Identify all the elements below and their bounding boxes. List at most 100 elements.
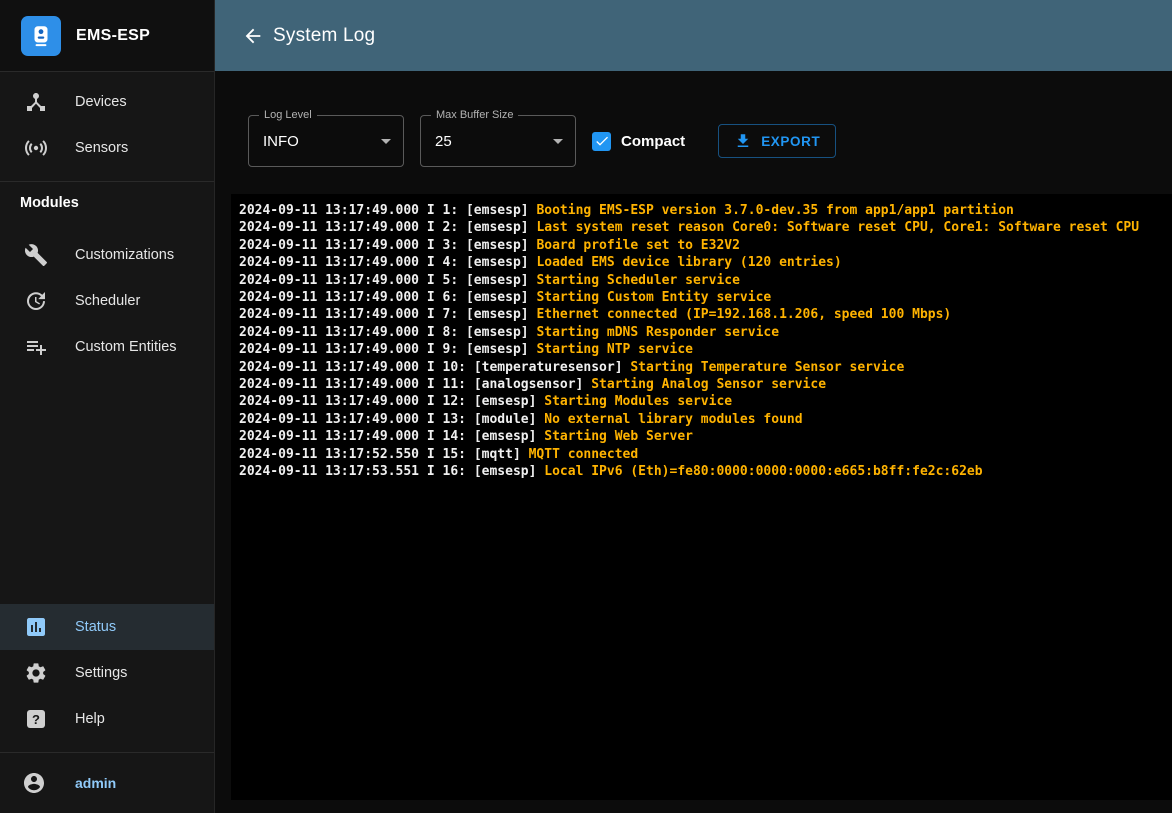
log-line: 2024-09-11 13:17:49.000 I 5: [emsesp] St… bbox=[239, 272, 1172, 289]
sidebar-nav: Devices Sensors bbox=[0, 72, 214, 171]
export-button-label: EXPORT bbox=[761, 134, 820, 149]
log-line: 2024-09-11 13:17:49.000 I 6: [emsesp] St… bbox=[239, 289, 1172, 306]
sidebar-spacer bbox=[0, 370, 214, 604]
sidebar-item-custom-entities[interactable]: Custom Entities bbox=[0, 324, 214, 370]
log-level-marker: I 8: bbox=[427, 325, 458, 340]
log-line: 2024-09-11 13:17:49.000 I 14: [emsesp] S… bbox=[239, 428, 1172, 445]
log-message: Starting Scheduler service bbox=[536, 273, 740, 288]
log-line: 2024-09-11 13:17:49.000 I 12: [emsesp] S… bbox=[239, 393, 1172, 410]
log-tag: [emsesp] bbox=[474, 394, 537, 409]
sidebar-item-scheduler[interactable]: Scheduler bbox=[0, 278, 214, 324]
log-message: Board profile set to E32V2 bbox=[536, 238, 740, 253]
log-line: 2024-09-11 13:17:49.000 I 8: [emsesp] St… bbox=[239, 324, 1172, 341]
sidebar-item-help[interactable]: ? Help bbox=[0, 696, 214, 742]
log-time: 2024-09-11 13:17:49.000 bbox=[239, 220, 419, 235]
log-level-marker: I 11: bbox=[427, 377, 466, 392]
log-time: 2024-09-11 13:17:49.000 bbox=[239, 377, 419, 392]
log-time: 2024-09-11 13:17:49.000 bbox=[239, 412, 419, 427]
svg-text:?: ? bbox=[32, 712, 40, 727]
log-lines: 2024-09-11 13:17:49.000 I 1: [emsesp] Bo… bbox=[239, 202, 1172, 481]
log-message: Local IPv6 (Eth)=fe80:0000:0000:0000:e66… bbox=[544, 464, 982, 479]
content: Log Level INFO Max Buffer Size 25 Compac… bbox=[215, 71, 1172, 813]
log-message: Booting EMS-ESP version 3.7.0-dev.35 fro… bbox=[536, 203, 1013, 218]
log-level-marker: I 5: bbox=[427, 273, 458, 288]
sidebar-item-devices[interactable]: Devices bbox=[0, 79, 214, 125]
log-tag: [emsesp] bbox=[466, 290, 529, 305]
log-line: 2024-09-11 13:17:49.000 I 7: [emsesp] Et… bbox=[239, 306, 1172, 323]
sidebar-item-label: Status bbox=[75, 619, 116, 635]
log-line: 2024-09-11 13:17:49.000 I 3: [emsesp] Bo… bbox=[239, 237, 1172, 254]
log-time: 2024-09-11 13:17:49.000 bbox=[239, 325, 419, 340]
chevron-down-icon bbox=[381, 139, 391, 144]
export-button[interactable]: EXPORT bbox=[718, 124, 836, 158]
log-panel[interactable]: 2024-09-11 13:17:49.000 I 1: [emsesp] Bo… bbox=[231, 194, 1172, 800]
sidebar-item-status[interactable]: Status bbox=[0, 604, 214, 650]
arrow-back-icon bbox=[242, 25, 264, 47]
log-line: 2024-09-11 13:17:49.000 I 9: [emsesp] St… bbox=[239, 341, 1172, 358]
max-buffer-size-value: 25 bbox=[435, 133, 553, 150]
log-tag: [emsesp] bbox=[474, 429, 537, 444]
download-icon bbox=[734, 132, 752, 150]
sidebar-user[interactable]: admin bbox=[0, 753, 214, 813]
page-title: System Log bbox=[273, 25, 375, 47]
log-line: 2024-09-11 13:17:53.551 I 16: [emsesp] L… bbox=[239, 463, 1172, 480]
sidebar-item-label: Scheduler bbox=[75, 293, 140, 309]
log-message: Starting Temperature Sensor service bbox=[630, 360, 904, 375]
log-message: Ethernet connected (IP=192.168.1.206, sp… bbox=[536, 307, 951, 322]
log-time: 2024-09-11 13:17:49.000 bbox=[239, 429, 419, 444]
sidebar-item-settings[interactable]: Settings bbox=[0, 650, 214, 696]
log-level-marker: I 1: bbox=[427, 203, 458, 218]
log-message: Loaded EMS device library (120 entries) bbox=[536, 255, 841, 270]
log-level-marker: I 3: bbox=[427, 238, 458, 253]
sidebar: EMS-ESP Devices Sensors Modules Customiz… bbox=[0, 0, 215, 813]
log-tag: [emsesp] bbox=[466, 220, 529, 235]
log-time: 2024-09-11 13:17:49.000 bbox=[239, 290, 419, 305]
log-level-marker: I 2: bbox=[427, 220, 458, 235]
log-tag: [emsesp] bbox=[466, 203, 529, 218]
device-hub-icon bbox=[24, 90, 48, 114]
log-tag: [module] bbox=[474, 412, 537, 427]
log-message: No external library modules found bbox=[544, 412, 802, 427]
appbar: System Log bbox=[215, 0, 1172, 71]
sidebar-item-customizations[interactable]: Customizations bbox=[0, 232, 214, 278]
log-tag: [emsesp] bbox=[466, 325, 529, 340]
log-time: 2024-09-11 13:17:49.000 bbox=[239, 273, 419, 288]
log-message: Starting Analog Sensor service bbox=[591, 377, 826, 392]
help-icon: ? bbox=[24, 707, 48, 731]
checkbox-checked-icon bbox=[592, 132, 611, 151]
compact-label: Compact bbox=[621, 133, 685, 150]
sidebar-item-label: Customizations bbox=[75, 247, 174, 263]
log-line: 2024-09-11 13:17:49.000 I 1: [emsesp] Bo… bbox=[239, 202, 1172, 219]
log-time: 2024-09-11 13:17:49.000 bbox=[239, 342, 419, 357]
log-line: 2024-09-11 13:17:49.000 I 13: [module] N… bbox=[239, 411, 1172, 428]
log-level-marker: I 10: bbox=[427, 360, 466, 375]
log-message: Starting Web Server bbox=[544, 429, 693, 444]
log-level-select[interactable]: Log Level INFO bbox=[248, 115, 404, 167]
log-line: 2024-09-11 13:17:49.000 I 11: [analogsen… bbox=[239, 376, 1172, 393]
max-buffer-size-label: Max Buffer Size bbox=[431, 109, 518, 121]
sensors-icon bbox=[24, 136, 48, 160]
log-message: Last system reset reason Core0: Software… bbox=[536, 220, 1139, 235]
account-circle-icon bbox=[22, 771, 46, 795]
log-line: 2024-09-11 13:17:52.550 I 15: [mqtt] MQT… bbox=[239, 446, 1172, 463]
max-buffer-size-select[interactable]: Max Buffer Size 25 bbox=[420, 115, 576, 167]
log-level-marker: I 7: bbox=[427, 307, 458, 322]
log-level-label: Log Level bbox=[259, 109, 317, 121]
log-controls: Log Level INFO Max Buffer Size 25 Compac… bbox=[248, 115, 1172, 167]
log-level-marker: I 4: bbox=[427, 255, 458, 270]
log-line: 2024-09-11 13:17:49.000 I 10: [temperatu… bbox=[239, 359, 1172, 376]
wrench-icon bbox=[24, 243, 48, 267]
back-button[interactable] bbox=[237, 20, 269, 52]
log-line: 2024-09-11 13:17:49.000 I 4: [emsesp] Lo… bbox=[239, 254, 1172, 271]
log-message: Starting mDNS Responder service bbox=[536, 325, 779, 340]
sidebar-item-sensors[interactable]: Sensors bbox=[0, 125, 214, 171]
log-level-value: INFO bbox=[263, 133, 381, 150]
clock-update-icon bbox=[24, 289, 48, 313]
log-message: MQTT connected bbox=[529, 447, 639, 462]
log-tag: [temperaturesensor] bbox=[474, 360, 623, 375]
log-level-marker: I 15: bbox=[427, 447, 466, 462]
compact-checkbox[interactable]: Compact bbox=[592, 132, 685, 151]
log-tag: [emsesp] bbox=[466, 307, 529, 322]
log-time: 2024-09-11 13:17:49.000 bbox=[239, 203, 419, 218]
log-time: 2024-09-11 13:17:49.000 bbox=[239, 360, 419, 375]
